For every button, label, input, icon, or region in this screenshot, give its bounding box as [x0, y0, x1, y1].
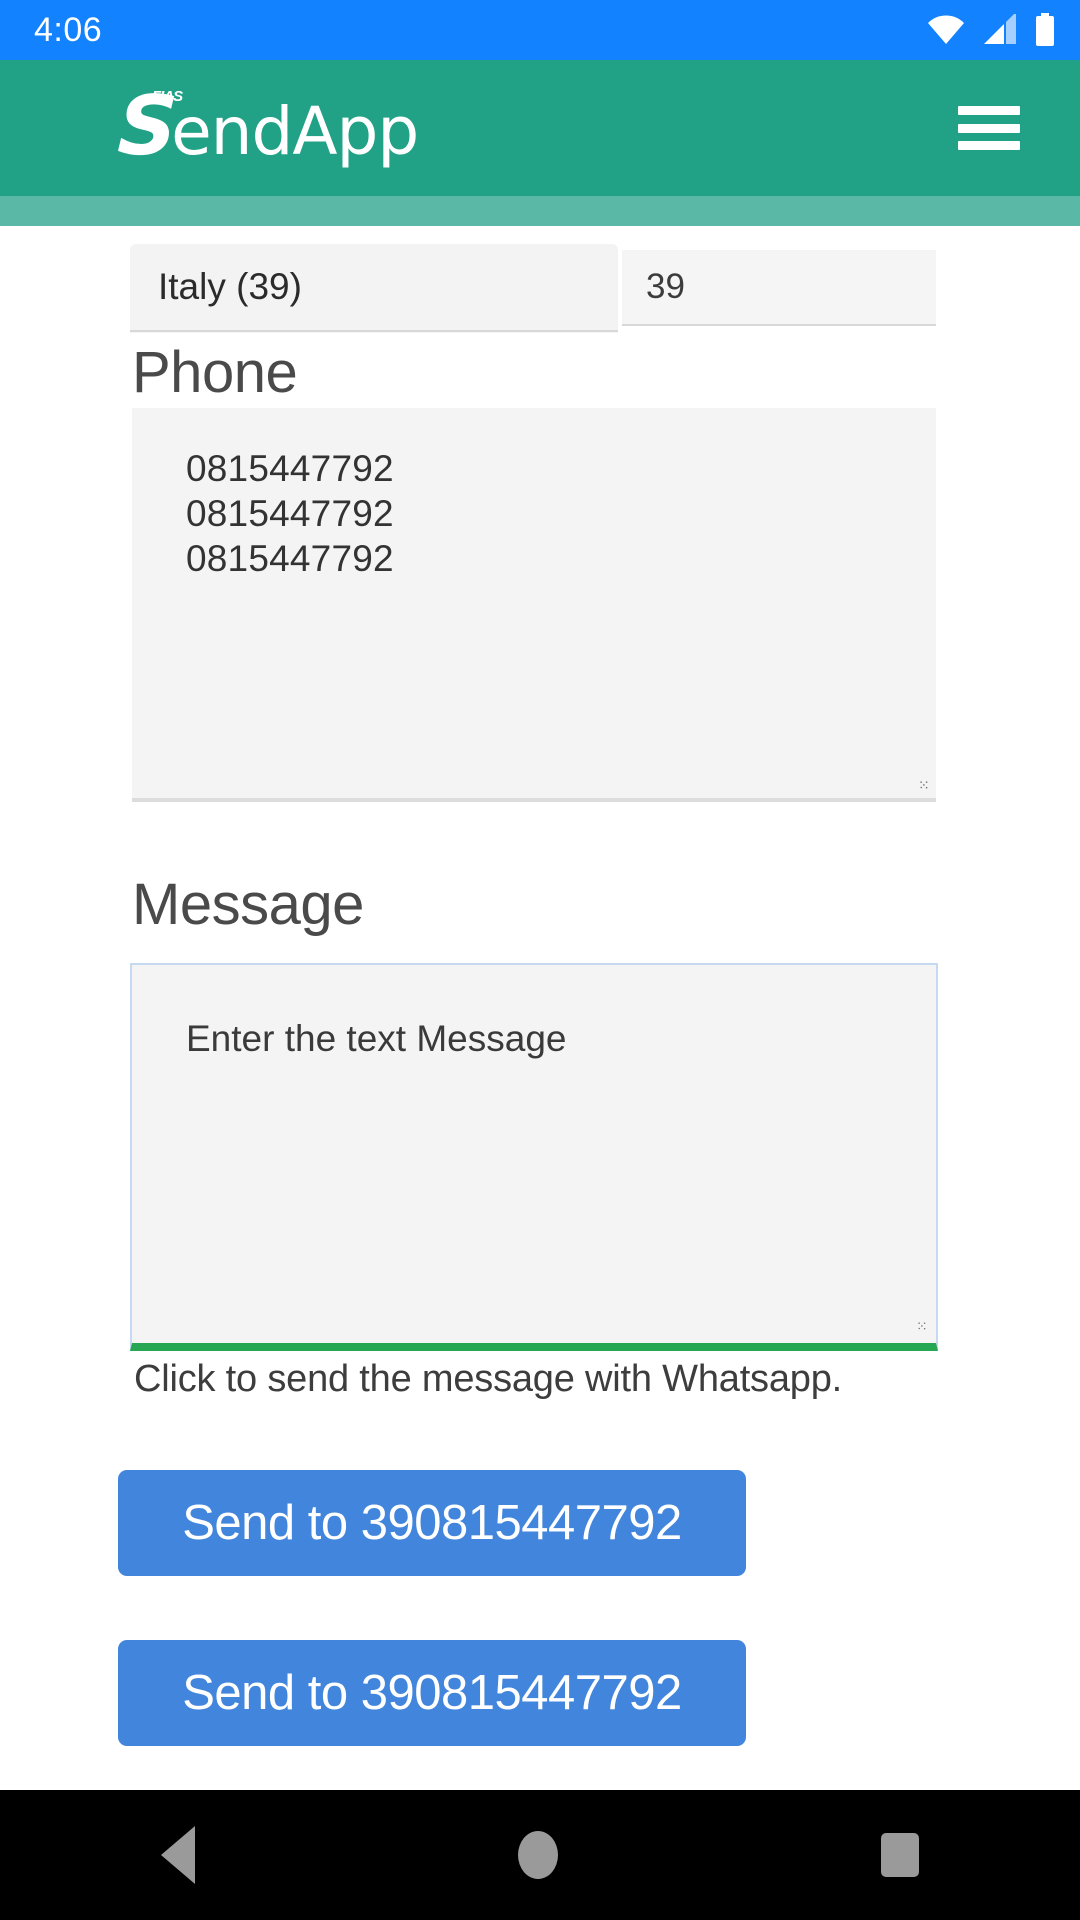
phone-line: 0815447792: [186, 493, 394, 535]
prefix-input-value: 39: [646, 267, 685, 306]
message-placeholder: Enter the text Message: [186, 1018, 567, 1059]
status-bar-clock: 4:06: [34, 11, 103, 49]
menu-bar-3: [958, 141, 1020, 150]
battery-icon: [1036, 13, 1054, 46]
form-content: Italy (39) 39 Phone 0815447792 081544779…: [0, 226, 1080, 1920]
send-button-primary[interactable]: Send to 390815447792: [118, 1470, 746, 1576]
phone-label: Phone: [132, 340, 298, 405]
resize-handle-icon[interactable]: ⁙: [918, 778, 930, 792]
country-row: Italy (39) 39: [0, 244, 1080, 334]
country-select-value: Italy (39): [158, 266, 302, 307]
cellular-signal-icon: [984, 14, 1016, 44]
phone-line: 0815447792: [186, 538, 394, 580]
menu-bar-2: [958, 123, 1020, 133]
country-select[interactable]: Italy (39): [130, 244, 618, 332]
prefix-input[interactable]: 39: [622, 250, 936, 326]
resize-handle-icon[interactable]: ⁙: [916, 1319, 928, 1333]
home-circle-icon[interactable]: [517, 1831, 558, 1879]
header-accent-band: [0, 196, 1080, 226]
status-bar: 4:06: [0, 0, 1080, 60]
brand-name: endApp: [171, 92, 419, 170]
send-hint-text: Click to send the message with Whatsapp.: [134, 1358, 843, 1400]
message-textarea[interactable]: Enter the text Message ⁙: [130, 963, 938, 1351]
send-button-label: Send to 390815447792: [182, 1496, 682, 1550]
send-button-label: Send to 390815447792: [182, 1666, 682, 1720]
message-label: Message: [132, 872, 364, 937]
back-triangle-icon[interactable]: [161, 1826, 196, 1884]
android-nav-bar: [0, 1790, 1080, 1920]
status-bar-icons: [926, 13, 1056, 47]
app-header: FIAS S endApp: [0, 60, 1080, 196]
phone-line: 0815447792: [186, 448, 394, 489]
send-button-secondary[interactable]: Send to 390815447792: [118, 1640, 746, 1746]
brand-initial: S: [115, 78, 176, 174]
menu-bar-1: [958, 106, 1020, 115]
brand-logo[interactable]: FIAS S endApp: [115, 78, 420, 174]
hamburger-menu-icon[interactable]: [952, 100, 1026, 156]
phone-numbers-textarea[interactable]: 0815447792 0815447792 0815447792 ⁙: [132, 408, 936, 802]
phone-screen: 4:06 FIAS S endApp Italy (39) 39 Phone 0…: [0, 0, 1080, 1920]
wifi-icon: [928, 15, 964, 44]
recents-square-icon[interactable]: [880, 1833, 919, 1877]
